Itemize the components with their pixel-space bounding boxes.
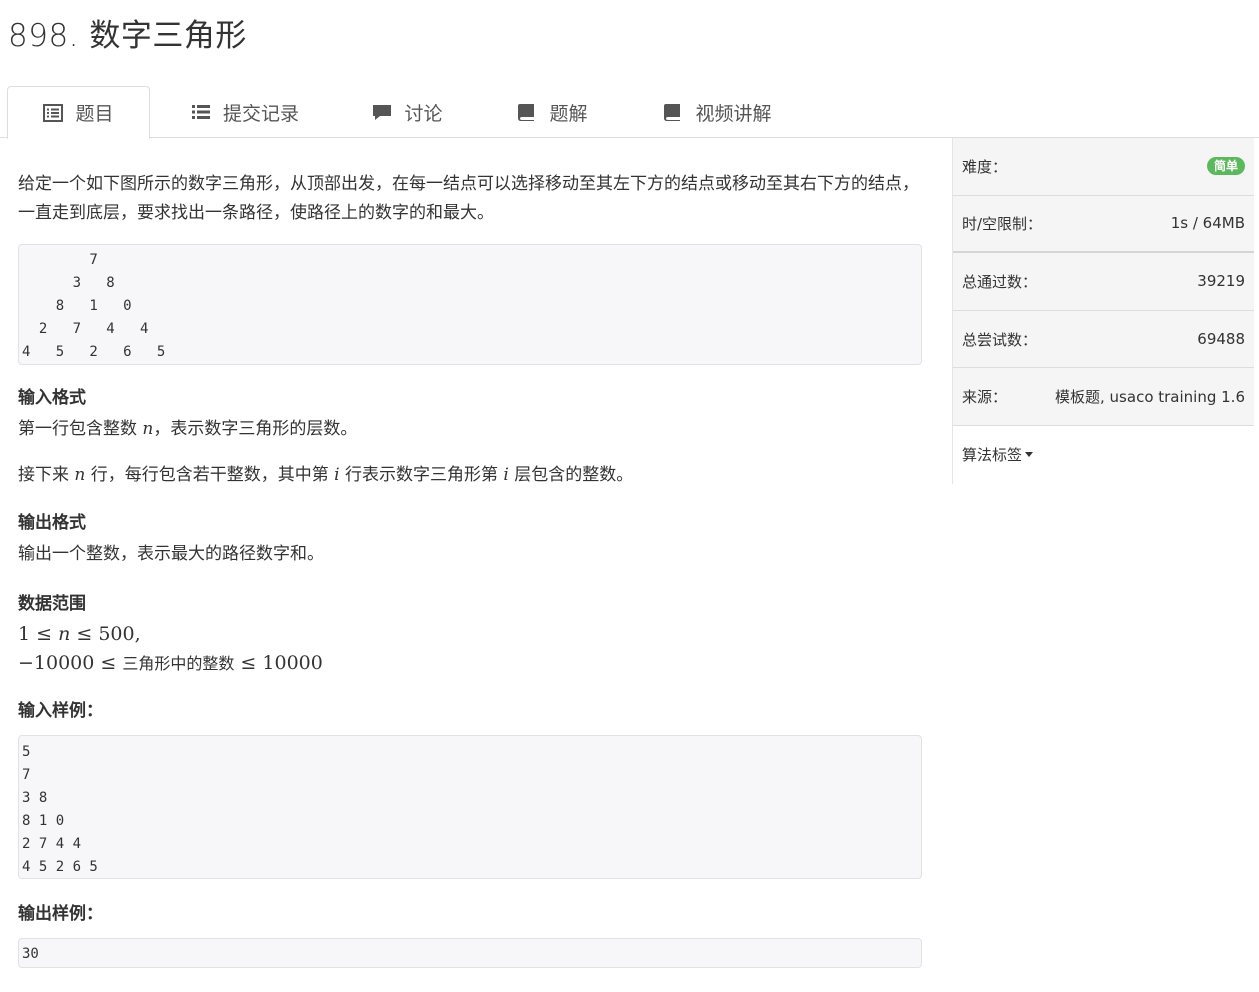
tab-discussion[interactable]: 讨论 [360,86,455,138]
sample-input-heading: 输入样例： [18,701,103,721]
output-format-text: 输出一个整数，表示最大的路径数字和。 [18,544,324,564]
algorithm-tags-dropdown[interactable]: 算法标签 [953,426,1254,484]
algorithm-tags-label: 算法标签 [962,446,1023,465]
tab-label: 题目 [75,103,114,125]
range-line-2: −10000 ≤ 三角形中的整数 ≤ 10000 [18,652,323,674]
tab-submissions[interactable]: 提交记录 [180,86,310,138]
limit-label: 时/空限制： [962,214,1043,233]
sample-output-block: 30 [18,938,922,968]
attempts-label: 总尝试数： [962,330,1038,349]
input-format-line-1: 第一行包含整数 n，表示数字三角形的层数。 [18,419,358,439]
tab-solutions[interactable]: 题解 [505,86,600,138]
range-heading: 数据范围 [18,594,86,614]
problem-content: 给定一个如下图所示的数字三角形，从顶部出发，在每一结点可以选择移动至其左下方的结… [18,138,922,968]
attempts-value: 69488 [1197,330,1245,349]
tab-label: 提交记录 [222,102,299,125]
tab-label: 视频讲解 [695,102,772,125]
sample-output-heading: 输出样例： [18,904,103,924]
book-icon [517,103,537,121]
problem-description: 给定一个如下图所示的数字三角形，从顶部出发，在每一结点可以选择移动至其左下方的结… [18,174,919,223]
caret-down-icon [1025,452,1034,458]
triangle-figure: 7 3 8 8 1 0 2 7 4 4 4 5 2 6 5 [18,244,922,365]
comment-icon [372,103,392,121]
input-format-line-2: 接下来 n 行，每行包含若干整数，其中第 i 行表示数字三角形第 i 层包含的整… [18,465,634,485]
tab-label: 题解 [549,102,588,125]
tab-problem[interactable]: 题目 [7,86,150,139]
range-line-1: 1 ≤ n ≤ 500, [18,623,141,645]
difficulty-row: 难度： 简单 [953,138,1254,196]
passed-value: 39219 [1197,272,1245,291]
input-format-heading: 输入格式 [18,388,86,408]
limit-row: 时/空限制： 1s / 64MB [953,195,1254,254]
output-format-heading: 输出格式 [18,513,86,533]
book-icon [663,103,683,121]
list-alt-icon [43,103,64,122]
passed-row: 总通过数： 39219 [953,253,1254,311]
limit-value: 1s / 64MB [1170,214,1245,233]
list-icon [191,103,211,121]
tab-video[interactable]: 视频讲解 [650,86,785,138]
sample-input-block: 5 7 3 8 8 1 0 2 7 4 4 4 5 2 6 5 [18,735,922,879]
attempts-row: 总尝试数： 69488 [953,310,1254,369]
passed-label: 总通过数： [962,272,1038,291]
difficulty-label: 难度： [962,157,1008,176]
source-value: 模板题, usaco training 1.6 [1055,388,1245,407]
difficulty-badge: 简单 [1206,157,1245,176]
page-title: 898. 数字三角形 [8,18,247,54]
problem-tabs: 题目 提交记录 讨论 题解 视频讲解 [0,86,1259,139]
source-label: 来源： [962,388,1008,407]
problem-info-sidebar: 难度： 简单 时/空限制： 1s / 64MB 总通过数： 39219 总尝试数… [952,138,1254,484]
tab-label: 讨论 [404,102,443,125]
source-row: 来源： 模板题, usaco training 1.6 [953,368,1254,426]
